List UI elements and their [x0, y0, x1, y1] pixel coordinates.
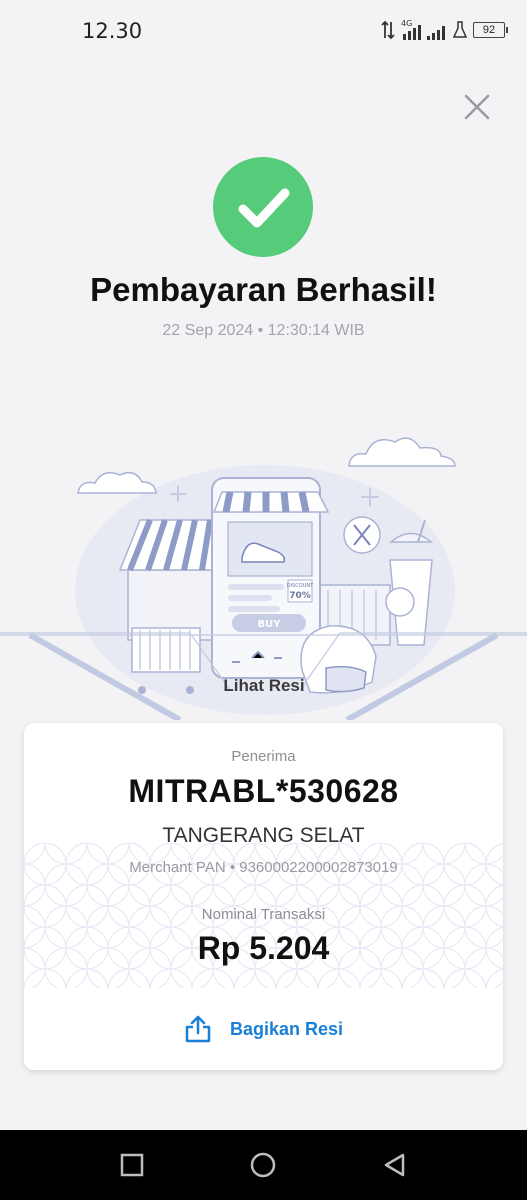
check-icon — [238, 188, 290, 228]
receipt-card: Penerima MITRABL*530628 TANGERANG SELAT … — [24, 723, 503, 1070]
battery-level: 92 — [482, 24, 496, 36]
transaction-datetime: 22 Sep 2024 • 12:30:14 WIB — [162, 322, 365, 339]
battery-icon: 92 — [473, 22, 508, 38]
triangle-back-icon[interactable] — [380, 1150, 410, 1180]
share-icon — [185, 1015, 211, 1043]
success-badge — [213, 157, 313, 257]
status-bar: 12.30 4G 92 — [0, 0, 527, 62]
share-receipt-button[interactable]: Bagikan Resi — [24, 988, 503, 1070]
buy-label: BUY — [258, 619, 282, 630]
share-receipt-label: Bagikan Resi — [229, 1018, 344, 1039]
close-icon[interactable] — [463, 93, 491, 121]
discount-value: 70% — [289, 591, 311, 601]
system-nav-bar — [0, 1130, 527, 1200]
circle-home-icon[interactable] — [248, 1150, 278, 1180]
transaction-amount: Rp 5.204 — [197, 930, 330, 966]
merchant-pan: Merchant PAN • 9360002200002873019 — [129, 859, 398, 876]
view-receipt-link[interactable]: Lihat Resi — [206, 672, 322, 700]
discount-label: DISCOUNT — [287, 583, 314, 589]
flask-icon — [453, 21, 467, 38]
square-recents-icon[interactable] — [117, 1150, 147, 1180]
page-title: Pembayaran Berhasil! — [90, 271, 437, 308]
data-transfer-icon — [381, 20, 395, 40]
amount-label: Nominal Transaksi — [201, 906, 326, 923]
signal-4g-icon: 4G — [401, 19, 445, 40]
network-type-label: 4G — [401, 19, 412, 28]
recipient-label: Penerima — [231, 748, 296, 765]
status-time: 12.30 — [82, 19, 143, 43]
status-icons: 4G 92 — [381, 16, 508, 44]
recipient-name: MITRABL*530628 — [128, 773, 399, 809]
recipient-city: TANGERANG SELAT — [162, 824, 365, 847]
